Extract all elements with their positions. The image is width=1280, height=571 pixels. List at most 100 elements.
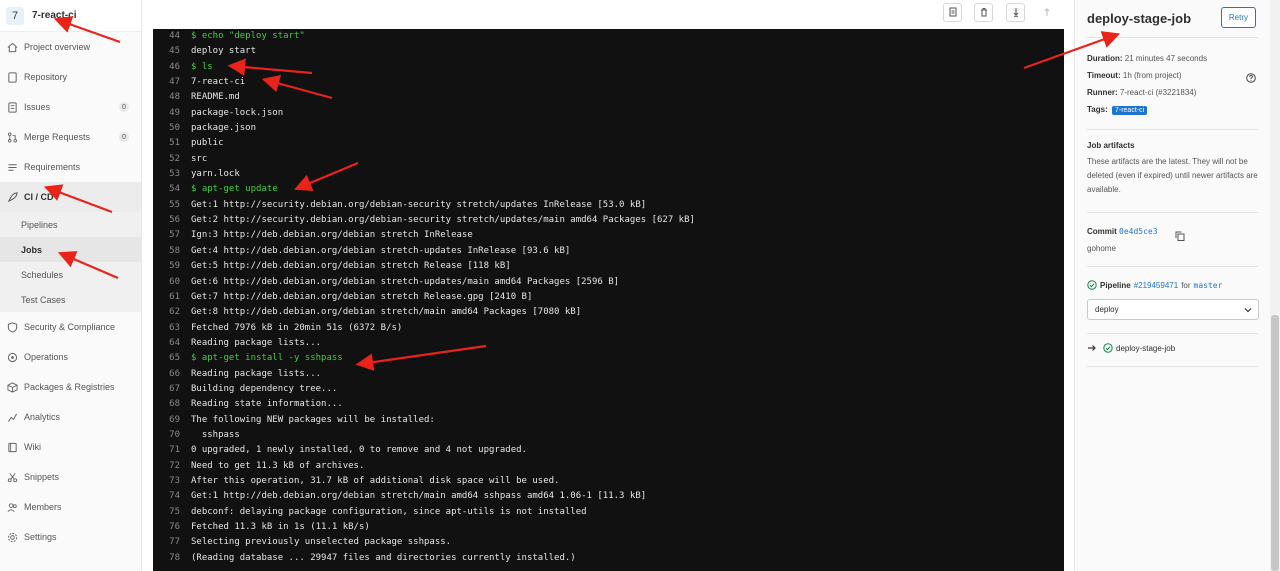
sidebar-subitem-jobs[interactable]: Jobs xyxy=(0,237,141,262)
log-line-number[interactable]: 51 xyxy=(153,136,191,151)
job-sidebar: deploy-stage-job Retry Duration: 21 minu… xyxy=(1074,0,1270,571)
retry-button[interactable]: Retry xyxy=(1220,7,1256,28)
log-line-number[interactable]: 44 xyxy=(153,29,191,44)
sidebar-item-settings[interactable]: Settings xyxy=(0,522,141,552)
success-status-icon xyxy=(1087,280,1097,290)
log-line-number[interactable]: 54 xyxy=(153,182,191,197)
log-line-number[interactable]: 62 xyxy=(153,305,191,320)
sidebar-item-ci-cd[interactable]: CI / CD xyxy=(0,182,141,212)
log-line-number[interactable]: 49 xyxy=(153,106,191,121)
chart-icon xyxy=(6,411,18,423)
log-line-number[interactable]: 47 xyxy=(153,75,191,90)
commit-hash-link[interactable]: 0e4d5ce3 xyxy=(1119,227,1158,236)
log-line-number[interactable]: 56 xyxy=(153,213,191,228)
log-line-number[interactable]: 61 xyxy=(153,290,191,305)
log-command: $ apt-get install -y sshpass xyxy=(191,353,343,364)
log-line-number[interactable]: 73 xyxy=(153,474,191,489)
log-line-number[interactable]: 70 xyxy=(153,428,191,443)
home-icon xyxy=(6,41,18,53)
duration-value: 21 minutes 47 seconds xyxy=(1124,54,1208,63)
log-output: Fetched 11.3 kB in 1s (11.1 kB/s) xyxy=(191,522,370,532)
log-line-number[interactable]: 45 xyxy=(153,44,191,59)
scroll-to-top-button[interactable] xyxy=(1037,3,1056,22)
log-line-number[interactable]: 72 xyxy=(153,459,191,474)
sidebar-item-operations[interactable]: Operations xyxy=(0,342,141,372)
project-sidebar: 7 7-react-ci Project overview Repository… xyxy=(0,0,142,571)
log-line: 47 7-react-ci xyxy=(153,75,1064,90)
log-line: 75 debconf: delaying package configuratio… xyxy=(153,505,1064,520)
log-line: 55 Get:1 http://security.debian.org/debia… xyxy=(153,198,1064,213)
log-line: 44 $ echo "deploy start" xyxy=(153,29,1064,44)
job-tags: Tags: 7-react-ci xyxy=(1087,105,1148,115)
log-line-number[interactable]: 63 xyxy=(153,321,191,336)
log-line-number[interactable]: 68 xyxy=(153,397,191,412)
stage-dropdown[interactable]: deploy xyxy=(1087,299,1259,320)
log-line-number[interactable]: 66 xyxy=(153,367,191,382)
log-line-number[interactable]: 74 xyxy=(153,489,191,504)
sidebar-item-packages-registries[interactable]: Packages & Registries xyxy=(0,372,141,402)
log-line-number[interactable]: 65 xyxy=(153,351,191,366)
project-header[interactable]: 7 7-react-ci xyxy=(0,0,141,32)
log-line: 50 package.json xyxy=(153,121,1064,136)
sidebar-item-security-compliance[interactable]: Security & Compliance xyxy=(0,312,141,342)
pipeline-label: Pipeline xyxy=(1100,280,1131,290)
page-scrollbar-thumb[interactable] xyxy=(1271,315,1279,571)
log-line-number[interactable]: 55 xyxy=(153,198,191,213)
log-line: 51 public xyxy=(153,136,1064,151)
pipeline-id-link[interactable]: #219459471 xyxy=(1134,281,1179,290)
log-line-number[interactable]: 76 xyxy=(153,520,191,535)
branch-link[interactable]: master xyxy=(1194,281,1223,290)
scroll-to-bottom-button[interactable] xyxy=(1006,3,1025,22)
log-line-number[interactable]: 50 xyxy=(153,121,191,136)
sidebar-item-issues[interactable]: Issues 0 xyxy=(0,92,141,122)
sidebar-item-repository[interactable]: Repository xyxy=(0,62,141,92)
sidebar-item-analytics[interactable]: Analytics xyxy=(0,402,141,432)
show-raw-button[interactable] xyxy=(943,3,962,22)
log-output: yarn.lock xyxy=(191,169,240,180)
log-line-number[interactable]: 58 xyxy=(153,244,191,259)
log-line-number[interactable]: 69 xyxy=(153,413,191,428)
commit-label: Commit xyxy=(1087,227,1117,236)
sidebar-item-merge-requests[interactable]: Merge Requests 0 xyxy=(0,122,141,152)
copy-icon[interactable] xyxy=(1175,228,1185,241)
sidebar-item-requirements[interactable]: Requirements xyxy=(0,152,141,182)
merge-icon xyxy=(6,131,18,143)
duration-label: Duration: xyxy=(1087,54,1123,63)
sidebar-item-members[interactable]: Members xyxy=(0,492,141,522)
log-line-number[interactable]: 48 xyxy=(153,90,191,105)
log-line-number[interactable]: 52 xyxy=(153,152,191,167)
log-line-number[interactable]: 59 xyxy=(153,259,191,274)
log-line-number[interactable]: 57 xyxy=(153,228,191,243)
log-line-number[interactable]: 64 xyxy=(153,336,191,351)
log-line-number[interactable]: 67 xyxy=(153,382,191,397)
project-name[interactable]: 7-react-ci xyxy=(32,10,76,21)
stage-job-item[interactable]: deploy-stage-job xyxy=(1087,343,1175,353)
log-line: 65 $ apt-get install -y sshpass xyxy=(153,351,1064,366)
log-output: After this operation, 31.7 kB of additio… xyxy=(191,475,560,486)
sidebar-subitem-test-cases[interactable]: Test Cases xyxy=(0,287,141,312)
log-output: Reading package lists... xyxy=(191,368,322,379)
sidebar-item-project-overview[interactable]: Project overview xyxy=(0,32,141,62)
log-line-number[interactable]: 71 xyxy=(153,443,191,458)
log-line-number[interactable]: 77 xyxy=(153,535,191,550)
erase-log-button[interactable] xyxy=(974,3,993,22)
help-icon[interactable] xyxy=(1246,70,1256,83)
job-runner: Runner: 7-react-ci (#3221834) xyxy=(1087,88,1196,97)
sidebar-item-wiki[interactable]: Wiki xyxy=(0,432,141,462)
log-line-number[interactable]: 46 xyxy=(153,60,191,75)
sidebar-item-label: Members xyxy=(24,502,62,512)
sidebar-item-snippets[interactable]: Snippets xyxy=(0,462,141,492)
log-output: Get:7 http://deb.debian.org/debian stret… xyxy=(191,291,533,302)
log-output: package-lock.json xyxy=(191,107,284,118)
log-line-number[interactable]: 78 xyxy=(153,551,191,566)
success-status-icon xyxy=(1103,343,1113,353)
log-line: 46 $ ls xyxy=(153,60,1064,75)
log-line-number[interactable]: 75 xyxy=(153,505,191,520)
sidebar-item-label: Wiki xyxy=(24,442,41,452)
sidebar-item-label: Analytics xyxy=(24,412,61,422)
divider xyxy=(1087,366,1258,367)
sidebar-subitem-pipelines[interactable]: Pipelines xyxy=(0,212,141,237)
log-line-number[interactable]: 60 xyxy=(153,275,191,290)
sidebar-subitem-schedules[interactable]: Schedules xyxy=(0,262,141,287)
log-line-number[interactable]: 53 xyxy=(153,167,191,182)
